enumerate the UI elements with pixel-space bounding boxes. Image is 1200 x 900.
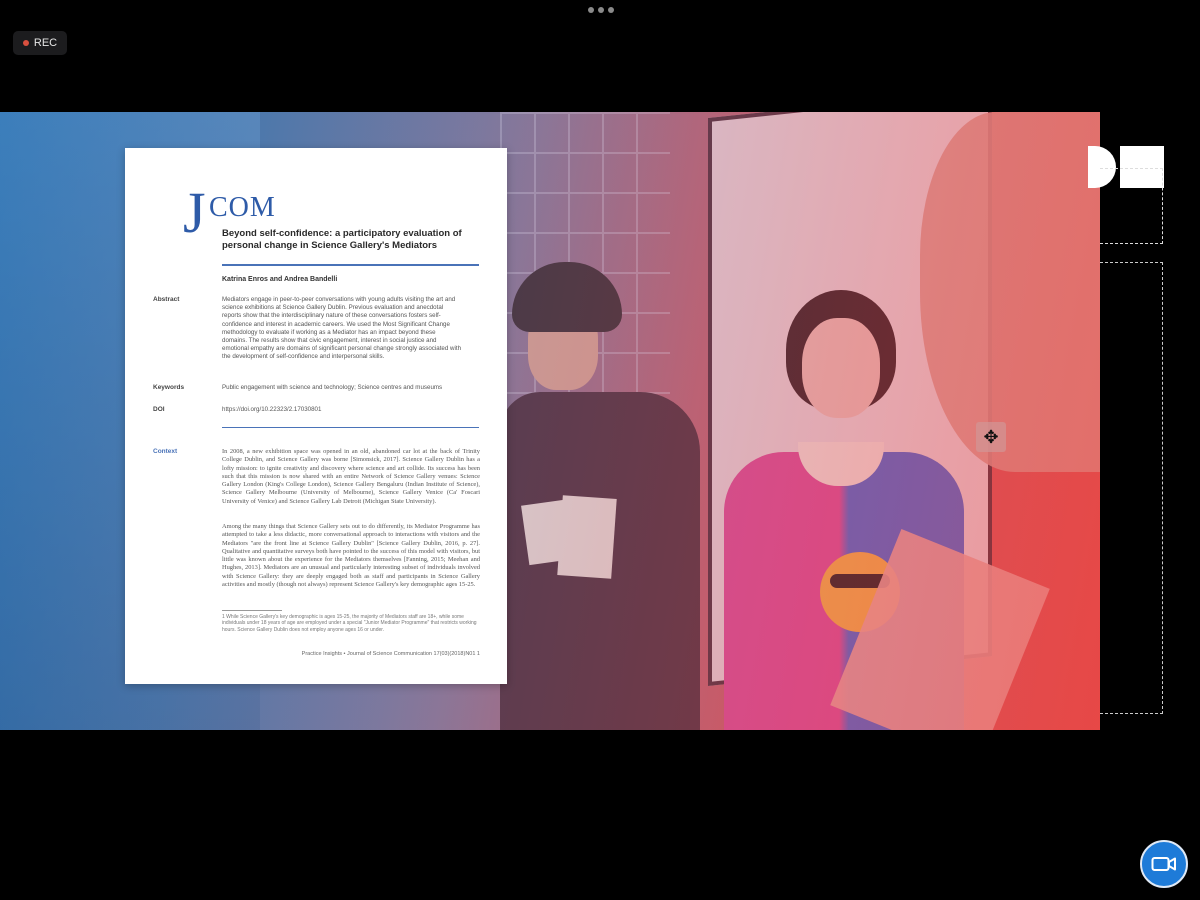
side-placeholder-box: [1100, 262, 1163, 714]
side-placeholder-box: [1100, 168, 1163, 244]
footnote-rule: [222, 610, 282, 611]
jcom-logo: J COM: [183, 180, 276, 245]
recording-label: REC: [33, 37, 58, 49]
footnote: 1 While Science Gallery's key demographi…: [222, 614, 477, 633]
keywords-label: Keywords: [153, 384, 185, 391]
paper-page: J COM Beyond self-confidence: a particip…: [125, 148, 507, 684]
more-options-icon[interactable]: [588, 7, 614, 13]
body-paragraph-2: Among the many things that Science Galle…: [222, 523, 480, 589]
paper-authors: Katrina Enros and Andrea Bandelli: [222, 276, 338, 283]
paper-title: Beyond self-confidence: a participatory …: [222, 228, 462, 251]
recording-indicator: REC: [13, 31, 67, 55]
abstract-text: Mediators engage in peer-to-peer convers…: [222, 296, 462, 361]
video-camera-icon: [1151, 857, 1176, 871]
dot: [608, 7, 614, 13]
move-cursor-icon: ✥: [976, 422, 1006, 452]
camera-button[interactable]: [1140, 840, 1188, 888]
doi-link: https://doi.org/10.22323/2.17030801: [222, 406, 322, 413]
section-rule: [222, 427, 479, 428]
dot: [598, 7, 604, 13]
paper-footer: Practice Insights • Journal of Science C…: [301, 651, 480, 657]
abstract-label: Abstract: [153, 296, 180, 303]
doi-label: DOI: [153, 406, 165, 413]
keywords-text: Public engagement with science and techn…: [222, 384, 443, 391]
context-label: Context: [153, 448, 178, 455]
dot: [588, 7, 594, 13]
record-dot-icon: [22, 40, 29, 46]
body-paragraph-1: In 2008, a new exhibition space was open…: [222, 448, 480, 505]
title-rule: [222, 264, 479, 266]
